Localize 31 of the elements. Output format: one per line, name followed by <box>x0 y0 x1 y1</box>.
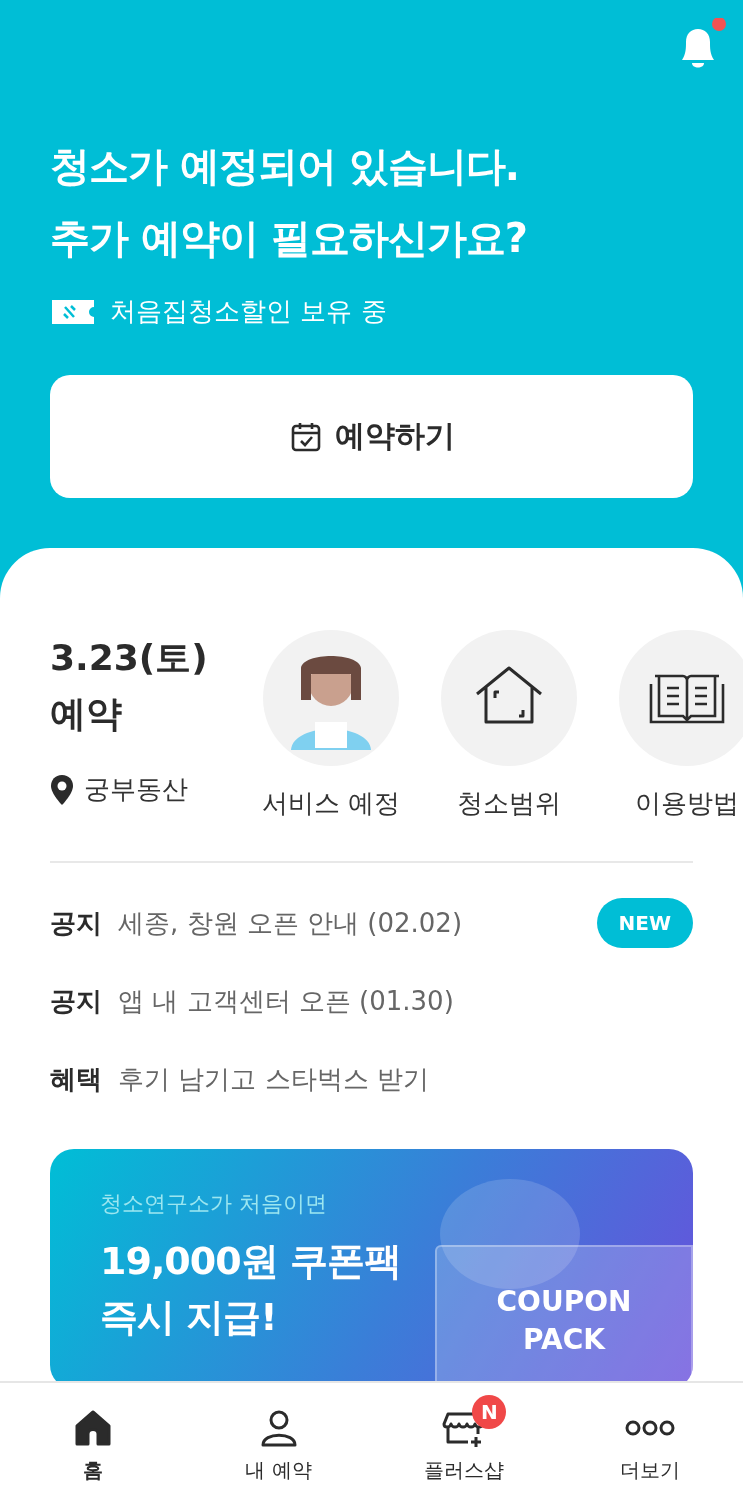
location-pin-icon <box>50 773 74 806</box>
promo-banner[interactable]: 청소연구소가 처음이면 19,000원 쿠폰팩 즉시 지급! COUPON PACK <box>50 1149 693 1381</box>
tab-item[interactable]: N 플러스샵 <box>371 1383 558 1497</box>
avatar-icon[interactable] <box>263 630 399 766</box>
headline: 청소가 예정되어 있습니다. 추가 예약이 필요하신가요? <box>50 142 529 263</box>
banner-subtitle: 청소연구소가 처음이면 <box>100 1190 328 1218</box>
notice-link[interactable]: 후기 남기고 스타벅스 받기 <box>118 1061 693 1097</box>
tab-item[interactable]: 내 예약 <box>185 1383 372 1497</box>
coupon-card-text: COUPON PACK <box>496 1284 632 1358</box>
notice-link[interactable]: 세종, 창원 오픈 안내 (02.02) <box>118 905 581 941</box>
new-badge: NEW <box>596 898 693 948</box>
new-badge: N <box>472 1395 507 1429</box>
notice-tag: 공지 <box>50 983 102 1019</box>
open-book-icon[interactable] <box>619 630 743 766</box>
tab-item[interactable]: 더보기 <box>557 1383 743 1497</box>
house-icon[interactable] <box>441 630 577 766</box>
notice-link[interactable]: 앱 내 고객센터 오픈 (01.30) <box>118 983 693 1019</box>
booking-date: 3.23(토) <box>50 636 209 680</box>
notice-tag: 공지 <box>50 905 102 941</box>
location-text: 궁부동산 <box>84 773 188 806</box>
shortcut-label[interactable]: 이용방법 <box>635 786 739 821</box>
banner-title: 19,000원 쿠폰팩 즉시 지급! <box>100 1238 401 1341</box>
booking-label: 예약 <box>50 692 123 736</box>
book-button[interactable]: 예약하기 <box>50 375 693 498</box>
shortcut-label[interactable]: 청소범위 <box>457 786 561 821</box>
notice-tag: 혜택 <box>50 1061 102 1097</box>
more-icon <box>625 1418 676 1438</box>
tab-item[interactable]: 홈 <box>0 1383 186 1497</box>
ticket-icon <box>50 297 96 326</box>
coupon-note: 처음집청소할인 보유 중 <box>110 295 387 328</box>
shortcut-label[interactable]: 서비스 예정 <box>261 786 401 821</box>
